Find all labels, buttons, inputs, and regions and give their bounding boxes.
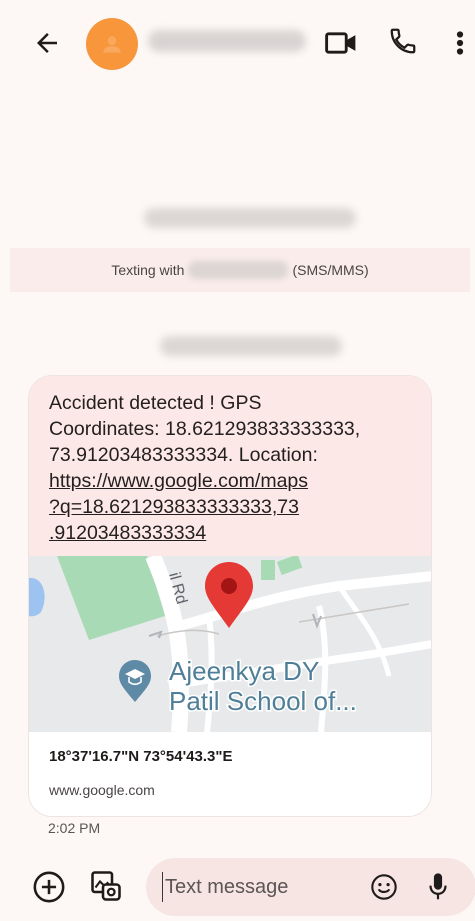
voice-input-button[interactable] [428,872,448,902]
redacted-date-line [160,336,342,356]
message-line: Accident detected ! GPS [49,392,262,414]
map-link[interactable]: ?q=18.621293833333333,73 [49,494,413,520]
banner-prefix: Texting with [111,262,185,278]
preview-title: 18°37'16.7"N 73°54'43.3"E [49,748,233,765]
phone-icon [390,28,416,54]
link-preview-info[interactable]: 18°37'16.7"N 73°54'43.3"E www.google.com [29,732,431,816]
message-input-container[interactable] [146,858,475,916]
message-line: Coordinates: 18.621293833333333, [49,418,361,440]
mic-icon [429,873,447,900]
banner-suffix: (SMS/MMS) [292,262,369,278]
message-timestamp: 2:02 PM [48,820,101,836]
composer-bar [0,852,475,921]
video-call-button[interactable] [324,28,358,58]
contact-name-redacted[interactable] [148,30,306,52]
message-text: Accident detected ! GPS Coordinates: 18.… [29,376,431,556]
banner-name-redacted [188,261,289,279]
arrow-left-icon [37,33,57,53]
voice-call-button[interactable] [388,26,418,58]
message-line: 73.91203483333334. Location: [49,444,318,466]
back-button[interactable] [32,28,62,58]
map-preview[interactable]: il Rd Ajeenkya DY Patil School of... [29,556,431,732]
map-place-label: Ajeenkya DY [169,656,319,686]
preview-domain: www.google.com [49,782,155,798]
add-circle-icon [33,871,65,903]
add-attachment-button[interactable] [32,870,66,904]
emoji-icon [371,874,397,900]
conversation-header [0,0,475,86]
video-call-icon [325,32,356,54]
map-link[interactable]: https://www.google.com/maps [49,468,413,494]
gallery-button[interactable] [88,868,124,904]
map-image: il Rd Ajeenkya DY Patil School of... [29,556,431,732]
map-link[interactable]: .91203483333334 [49,520,413,546]
map-place-label: Patil School of... [169,686,357,716]
more-vert-icon [456,31,464,55]
emoji-button[interactable] [370,873,398,901]
contact-avatar[interactable] [86,18,138,70]
person-icon [103,36,121,53]
gallery-icon [91,871,121,901]
message-input[interactable] [162,872,352,902]
more-options-button[interactable] [450,26,470,60]
message-bubble[interactable]: Accident detected ! GPS Coordinates: 18.… [28,375,432,817]
redacted-info-line [144,208,356,228]
texting-with-banner: Texting with (SMS/MMS) [10,248,470,292]
